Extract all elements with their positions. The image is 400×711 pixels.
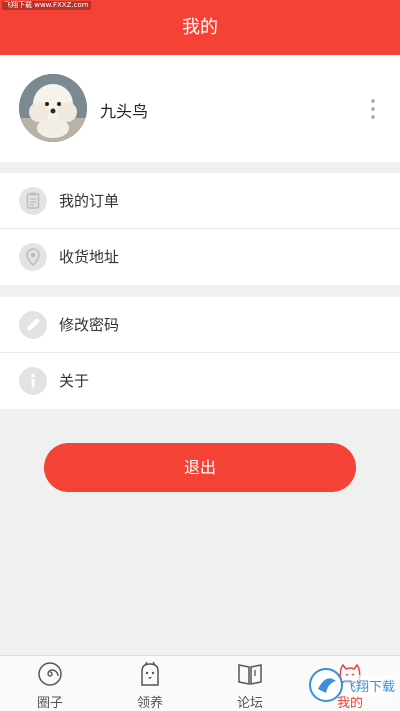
watermark-logo: 飞翔下载 bbox=[306, 661, 396, 707]
menu-item-shipping-address[interactable]: 收货地址 bbox=[0, 229, 400, 285]
avatar[interactable] bbox=[19, 74, 87, 142]
menu-item-change-password[interactable]: 修改密码 bbox=[0, 297, 400, 353]
pencil-icon bbox=[19, 311, 47, 339]
tab-label: 圈子 bbox=[36, 696, 63, 711]
tab-label: 领养 bbox=[136, 696, 163, 711]
profile-card[interactable]: 九头鸟 bbox=[0, 55, 400, 162]
tab-circle[interactable]: 圈子 bbox=[0, 656, 100, 711]
info-icon bbox=[19, 367, 47, 395]
menu-item-about[interactable]: 关于 bbox=[0, 353, 400, 409]
menu-item-label: 关于 bbox=[59, 372, 90, 390]
clipboard-icon bbox=[19, 187, 47, 215]
menu-item-label: 我的订单 bbox=[59, 192, 120, 210]
menu-group-settings: 修改密码 关于 bbox=[0, 297, 400, 409]
watermark-text: 飞翔下载 bbox=[343, 680, 395, 695]
username: 九头鸟 bbox=[100, 102, 149, 121]
menu-group-orders: 我的订单 收货地址 bbox=[0, 173, 400, 285]
menu-item-label: 修改密码 bbox=[59, 316, 120, 334]
spiral-icon bbox=[36, 661, 64, 687]
logout-button[interactable]: 退出 bbox=[44, 443, 356, 492]
menu-item-my-orders[interactable]: 我的订单 bbox=[0, 173, 400, 229]
menu-item-label: 收货地址 bbox=[59, 248, 120, 266]
tab-label: 论坛 bbox=[236, 696, 263, 711]
tab-forum[interactable]: 论坛 bbox=[200, 656, 300, 711]
site-watermark: 飞翔下载 www.FXXZ.com bbox=[2, 1, 91, 10]
pet-face-icon bbox=[136, 661, 164, 687]
tab-adopt[interactable]: 领养 bbox=[100, 656, 200, 711]
location-pin-icon bbox=[19, 243, 47, 271]
book-icon bbox=[236, 661, 264, 687]
top-bar: 我的 飞翔下载 www.FXXZ.com bbox=[0, 0, 400, 55]
more-vertical-icon[interactable] bbox=[368, 98, 378, 120]
